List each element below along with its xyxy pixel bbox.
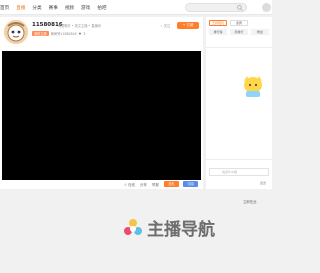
side-panel: 王牌陪玩 贵宾 排行榜 周排行 粉丝 ​ 说点什么吧 发送 (206, 17, 272, 189)
site-watermark: 主播导航 (123, 215, 215, 240)
side-ranking-row: 排行榜 周排行 粉丝 (209, 29, 269, 35)
level-value: 3 (83, 31, 86, 36)
tab-ace-companion[interactable]: 王牌陪玩 (209, 20, 227, 26)
sub-button[interactable]: 订阅 (183, 181, 198, 187)
report-link[interactable]: 举报 (152, 182, 159, 187)
level-icon: ♥ (78, 31, 82, 36)
nav-live[interactable]: 直播 (16, 5, 25, 11)
chat-input[interactable]: 说点什么吧 (209, 168, 269, 176)
more-link[interactable]: 立即在此 (243, 199, 257, 204)
ranking-button[interactable]: 排行榜 (209, 29, 227, 35)
nav-moment[interactable]: 拍吧 (97, 5, 106, 11)
video-player[interactable] (2, 51, 201, 180)
divider (206, 159, 272, 160)
search-icon[interactable] (237, 5, 243, 11)
streamer-avatar-image (4, 20, 28, 44)
share-link[interactable]: 分享 (140, 182, 147, 187)
search-input[interactable] (185, 3, 247, 12)
streamer-info: 我的主播 房间号11580816 ♥ 3 (32, 31, 85, 36)
side-tabs: 王牌陪玩 贵宾 (209, 20, 248, 26)
follow-count[interactable]: ☆ 关注 (160, 23, 170, 28)
main-nav: 首页 直播 分类 赛事 视频 游戏 拍吧 (0, 5, 106, 11)
subscribe-button[interactable]: + 订阅 (177, 22, 199, 29)
watermark-text: 主播导航 (147, 220, 215, 240)
nav-game[interactable]: 游戏 (81, 5, 90, 11)
nav-match[interactable]: 赛事 (49, 5, 58, 11)
anchor-badge: 我的主播 (32, 31, 49, 36)
fans-button[interactable]: 粉丝 (251, 29, 269, 35)
send-button[interactable]: 发送 (260, 181, 266, 185)
weekly-ranking-button[interactable]: 周排行 (230, 29, 248, 35)
nav-home[interactable]: 首页 (0, 5, 9, 11)
gift-button[interactable]: 送礼 (164, 181, 179, 187)
streamer-avatar[interactable] (4, 20, 28, 44)
streamer-category: 粤语聊天 • 英文主播 • 直播间 (58, 24, 101, 28)
live-room-card: 11580816 粤语聊天 • 英文主播 • 直播间 我的主播 房间号11580… (0, 17, 203, 189)
divider (206, 47, 272, 48)
user-avatar[interactable] (262, 3, 271, 12)
mascot-illustration: ​ (244, 76, 262, 97)
logo-icon (124, 218, 142, 235)
viewers-label: ☉ 在线 (124, 183, 135, 187)
tab-vip[interactable]: 贵宾 (230, 20, 248, 26)
nav-category[interactable]: 分类 (32, 5, 41, 11)
nav-video[interactable]: 视频 (65, 5, 74, 11)
room-number: 房间号11580816 (50, 32, 77, 36)
player-action-bar: ☉ 在线 分享 举报 送礼 订阅 (0, 180, 203, 189)
top-nav-bar: 首页 直播 分类 赛事 视频 游戏 拍吧 (0, 0, 272, 15)
